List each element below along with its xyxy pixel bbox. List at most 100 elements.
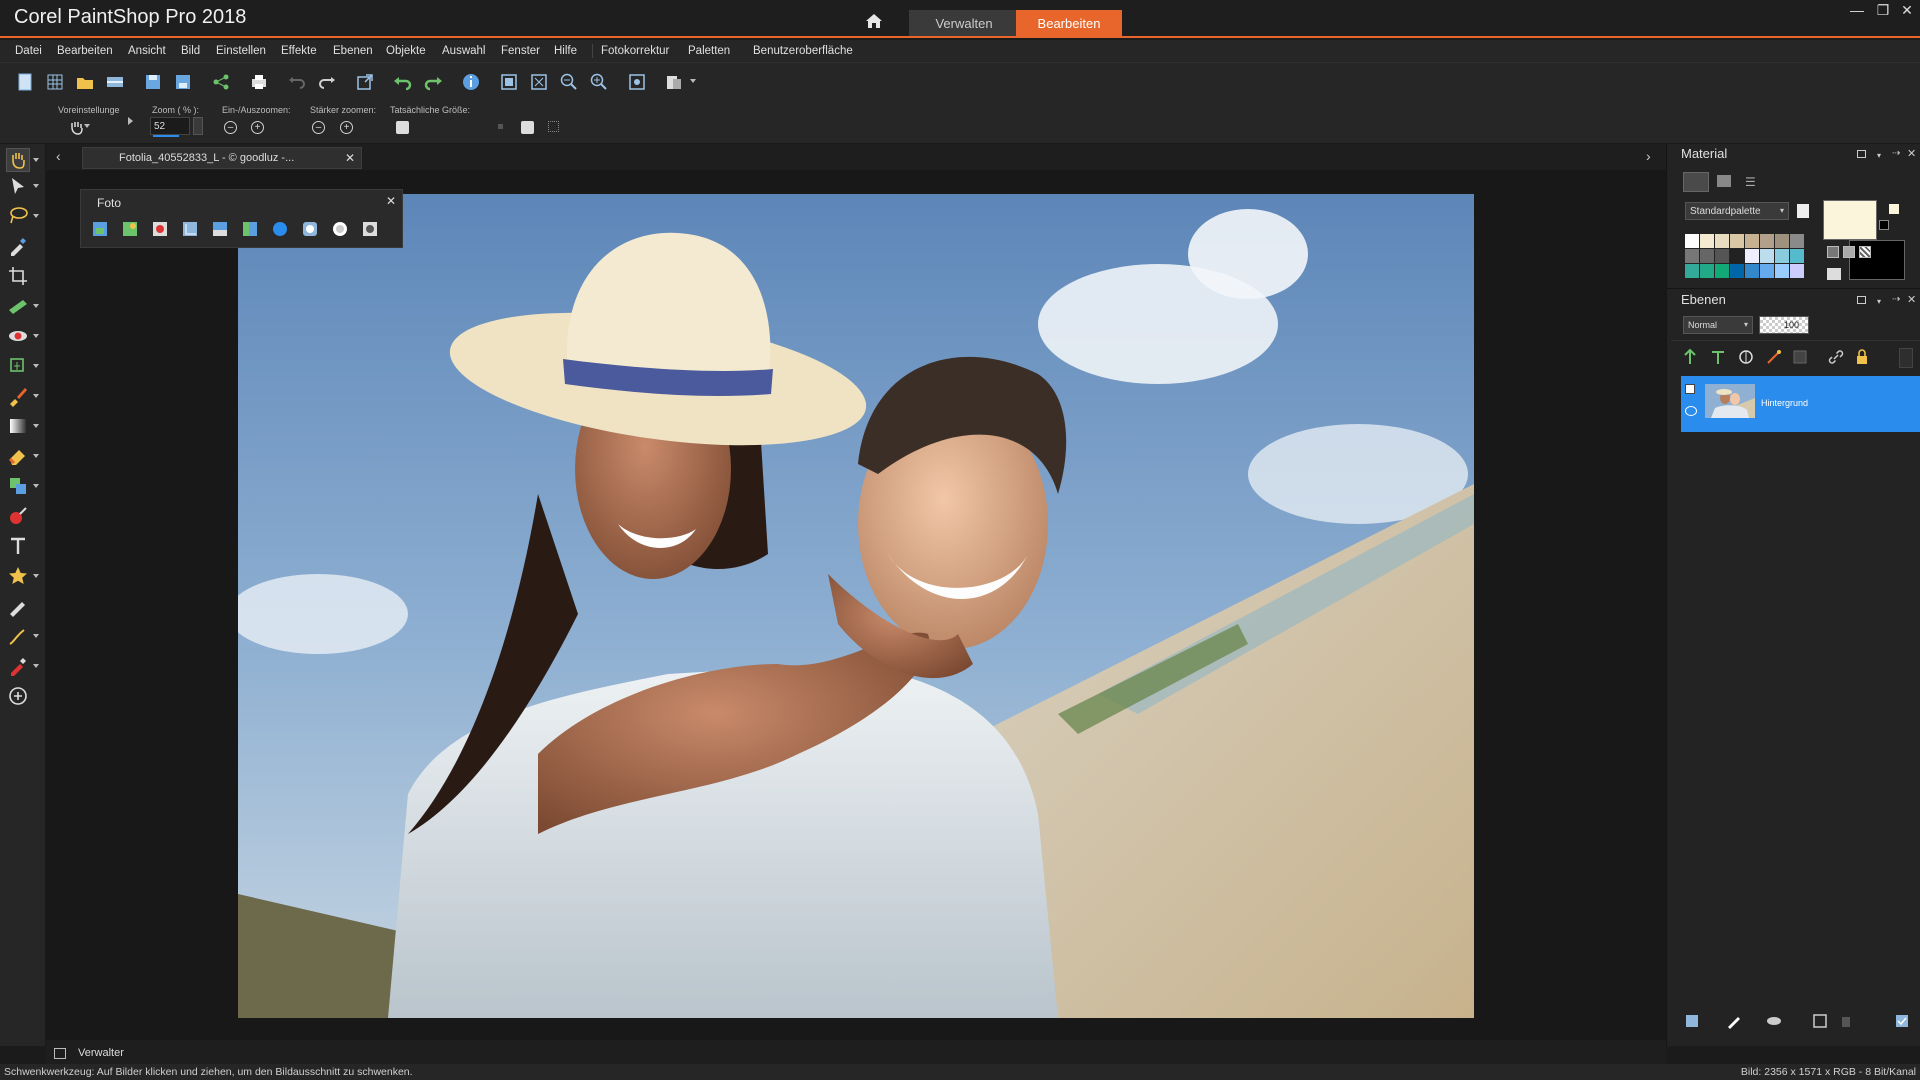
color-swatch[interactable] <box>1790 249 1804 263</box>
layers-pin-icon[interactable]: ⇢ <box>1892 294 1900 305</box>
pan-tool[interactable] <box>6 148 30 172</box>
save-icon[interactable] <box>142 71 164 93</box>
makeover-icon[interactable] <box>6 354 30 378</box>
color-swatch[interactable] <box>1730 264 1744 278</box>
straighten-icon[interactable] <box>6 294 30 318</box>
new-grid-icon[interactable] <box>44 71 66 93</box>
pan-tool-arrow[interactable] <box>33 158 39 162</box>
eraser-icon[interactable] <box>6 444 30 468</box>
menu-effekte[interactable]: Effekte <box>281 45 317 57</box>
pen-arrow[interactable] <box>33 634 39 638</box>
color-swatch[interactable] <box>1745 249 1759 263</box>
material-pin-icon[interactable]: ⇢ <box>1892 148 1900 159</box>
menu-paletten[interactable]: Paletten <box>688 45 730 57</box>
swatches-tab[interactable] <box>1683 172 1709 192</box>
layers-maximize-icon[interactable] <box>1857 296 1866 304</box>
color-swatch[interactable] <box>1715 264 1729 278</box>
vignette-icon[interactable] <box>361 220 379 238</box>
brush-bottom-icon[interactable] <box>1725 1012 1743 1030</box>
actual-size-button[interactable] <box>396 121 409 134</box>
color-swatch[interactable] <box>1745 264 1759 278</box>
preset-expand-arrow[interactable] <box>128 117 133 125</box>
actual-size-icon[interactable] <box>626 71 648 93</box>
color-replacer-icon[interactable] <box>6 504 30 528</box>
menu-auswahl[interactable]: Auswahl <box>442 45 485 57</box>
document-close-icon[interactable]: ✕ <box>345 151 355 165</box>
lock-layer-icon[interactable] <box>1853 348 1871 366</box>
lasso-icon[interactable] <box>6 204 30 228</box>
color-swatch-grid[interactable] <box>1685 234 1805 278</box>
dropper-red-icon[interactable] <box>6 654 30 678</box>
text-tool-icon[interactable] <box>6 534 30 558</box>
eraser-arrow[interactable] <box>33 454 39 458</box>
pick-tool-icon[interactable] <box>6 174 30 198</box>
info-icon[interactable] <box>460 71 482 93</box>
red-eye-icon[interactable] <box>6 324 30 348</box>
group-layer-icon[interactable] <box>1791 348 1809 366</box>
undo-green-icon[interactable] <box>392 71 414 93</box>
minimize-button[interactable]: — <box>1846 2 1868 20</box>
material-menu-icon[interactable]: ▾ <box>1877 151 1881 160</box>
color-swatch[interactable] <box>1730 249 1744 263</box>
crop-resize-icon[interactable] <box>354 71 376 93</box>
print-icon[interactable] <box>248 71 270 93</box>
color-swatch[interactable] <box>1790 264 1804 278</box>
dropper-red-arrow[interactable] <box>33 664 39 668</box>
menu-ebenen[interactable]: Ebenen <box>333 45 373 57</box>
color-swatch[interactable] <box>1685 234 1699 248</box>
undo-disabled-icon[interactable] <box>286 71 308 93</box>
color-swatch[interactable] <box>1730 234 1744 248</box>
color-swatch[interactable] <box>1700 249 1714 263</box>
mask-bottom-icon[interactable] <box>1765 1012 1783 1030</box>
crop-icon[interactable] <box>6 264 30 288</box>
redo-green-icon[interactable] <box>422 71 444 93</box>
workspace-dropdown-arrow[interactable] <box>690 79 696 83</box>
close-button[interactable]: ✕ <box>1896 2 1918 20</box>
color-swatch[interactable] <box>1715 249 1729 263</box>
zoom-in-icon[interactable] <box>588 71 610 93</box>
small-bg-swatch[interactable] <box>1879 220 1889 230</box>
mask-layer-icon[interactable] <box>1765 348 1783 366</box>
swap-colors-icon[interactable] <box>1827 268 1841 280</box>
gradient-tab[interactable] <box>1717 175 1731 187</box>
color-swatch[interactable] <box>1790 234 1804 248</box>
zoom-in-button[interactable]: + <box>251 121 264 134</box>
foreground-color-swatch[interactable] <box>1823 200 1877 240</box>
open-folder-icon[interactable] <box>74 71 96 93</box>
hdr-icon[interactable] <box>301 220 319 238</box>
material-close-icon[interactable]: ✕ <box>1907 147 1916 160</box>
menu-fotokorrektur[interactable]: Fotokorrektur <box>601 45 669 57</box>
layers-options-dropdown[interactable] <box>1899 348 1913 368</box>
tab-scroll-left-icon[interactable]: ‹ <box>56 148 61 164</box>
document-tab[interactable]: Fotolia_40552833_L - © goodluz -... ✕ <box>82 147 362 169</box>
preset-shape-icon[interactable] <box>6 564 30 588</box>
restore-button[interactable]: ❐ <box>1872 2 1894 20</box>
layer-visibility-checkbox[interactable] <box>1685 384 1695 394</box>
fit-image-icon[interactable] <box>528 71 550 93</box>
menu-hilfe[interactable]: Hilfe <box>554 45 577 57</box>
small-fg-swatch[interactable] <box>1889 204 1899 214</box>
pen-icon[interactable] <box>6 624 30 648</box>
zoom-input[interactable] <box>150 117 190 135</box>
add-tool-icon[interactable] <box>6 684 30 708</box>
photo-adjust-icon[interactable] <box>211 220 229 238</box>
background-color-swatch[interactable] <box>1849 240 1905 280</box>
blend-mode-select[interactable]: Normal ▾ <box>1683 316 1753 334</box>
menu-datei[interactable]: Datei <box>15 45 42 57</box>
paint-brush-icon[interactable] <box>6 384 30 408</box>
color-swatch[interactable] <box>1760 264 1774 278</box>
red-eye-fix-icon[interactable] <box>151 220 169 238</box>
color-swatch[interactable] <box>1745 234 1759 248</box>
color-swatch[interactable] <box>1685 249 1699 263</box>
layer-properties-icon[interactable] <box>1893 1012 1911 1030</box>
gradient-fill-icon[interactable] <box>6 414 30 438</box>
menu-bild[interactable]: Bild <box>181 45 200 57</box>
color-swatch[interactable] <box>1700 234 1714 248</box>
photo-blend-icon[interactable] <box>241 220 259 238</box>
organizer-tab[interactable]: Verwalter <box>46 1044 136 1064</box>
palette-options-icon[interactable] <box>1797 204 1809 218</box>
foto-palette-close-icon[interactable]: ✕ <box>386 194 396 208</box>
tab-scroll-right-icon[interactable]: › <box>1646 148 1651 164</box>
zoom-out-icon[interactable] <box>558 71 580 93</box>
layers-menu-icon[interactable]: ▾ <box>1877 297 1881 306</box>
